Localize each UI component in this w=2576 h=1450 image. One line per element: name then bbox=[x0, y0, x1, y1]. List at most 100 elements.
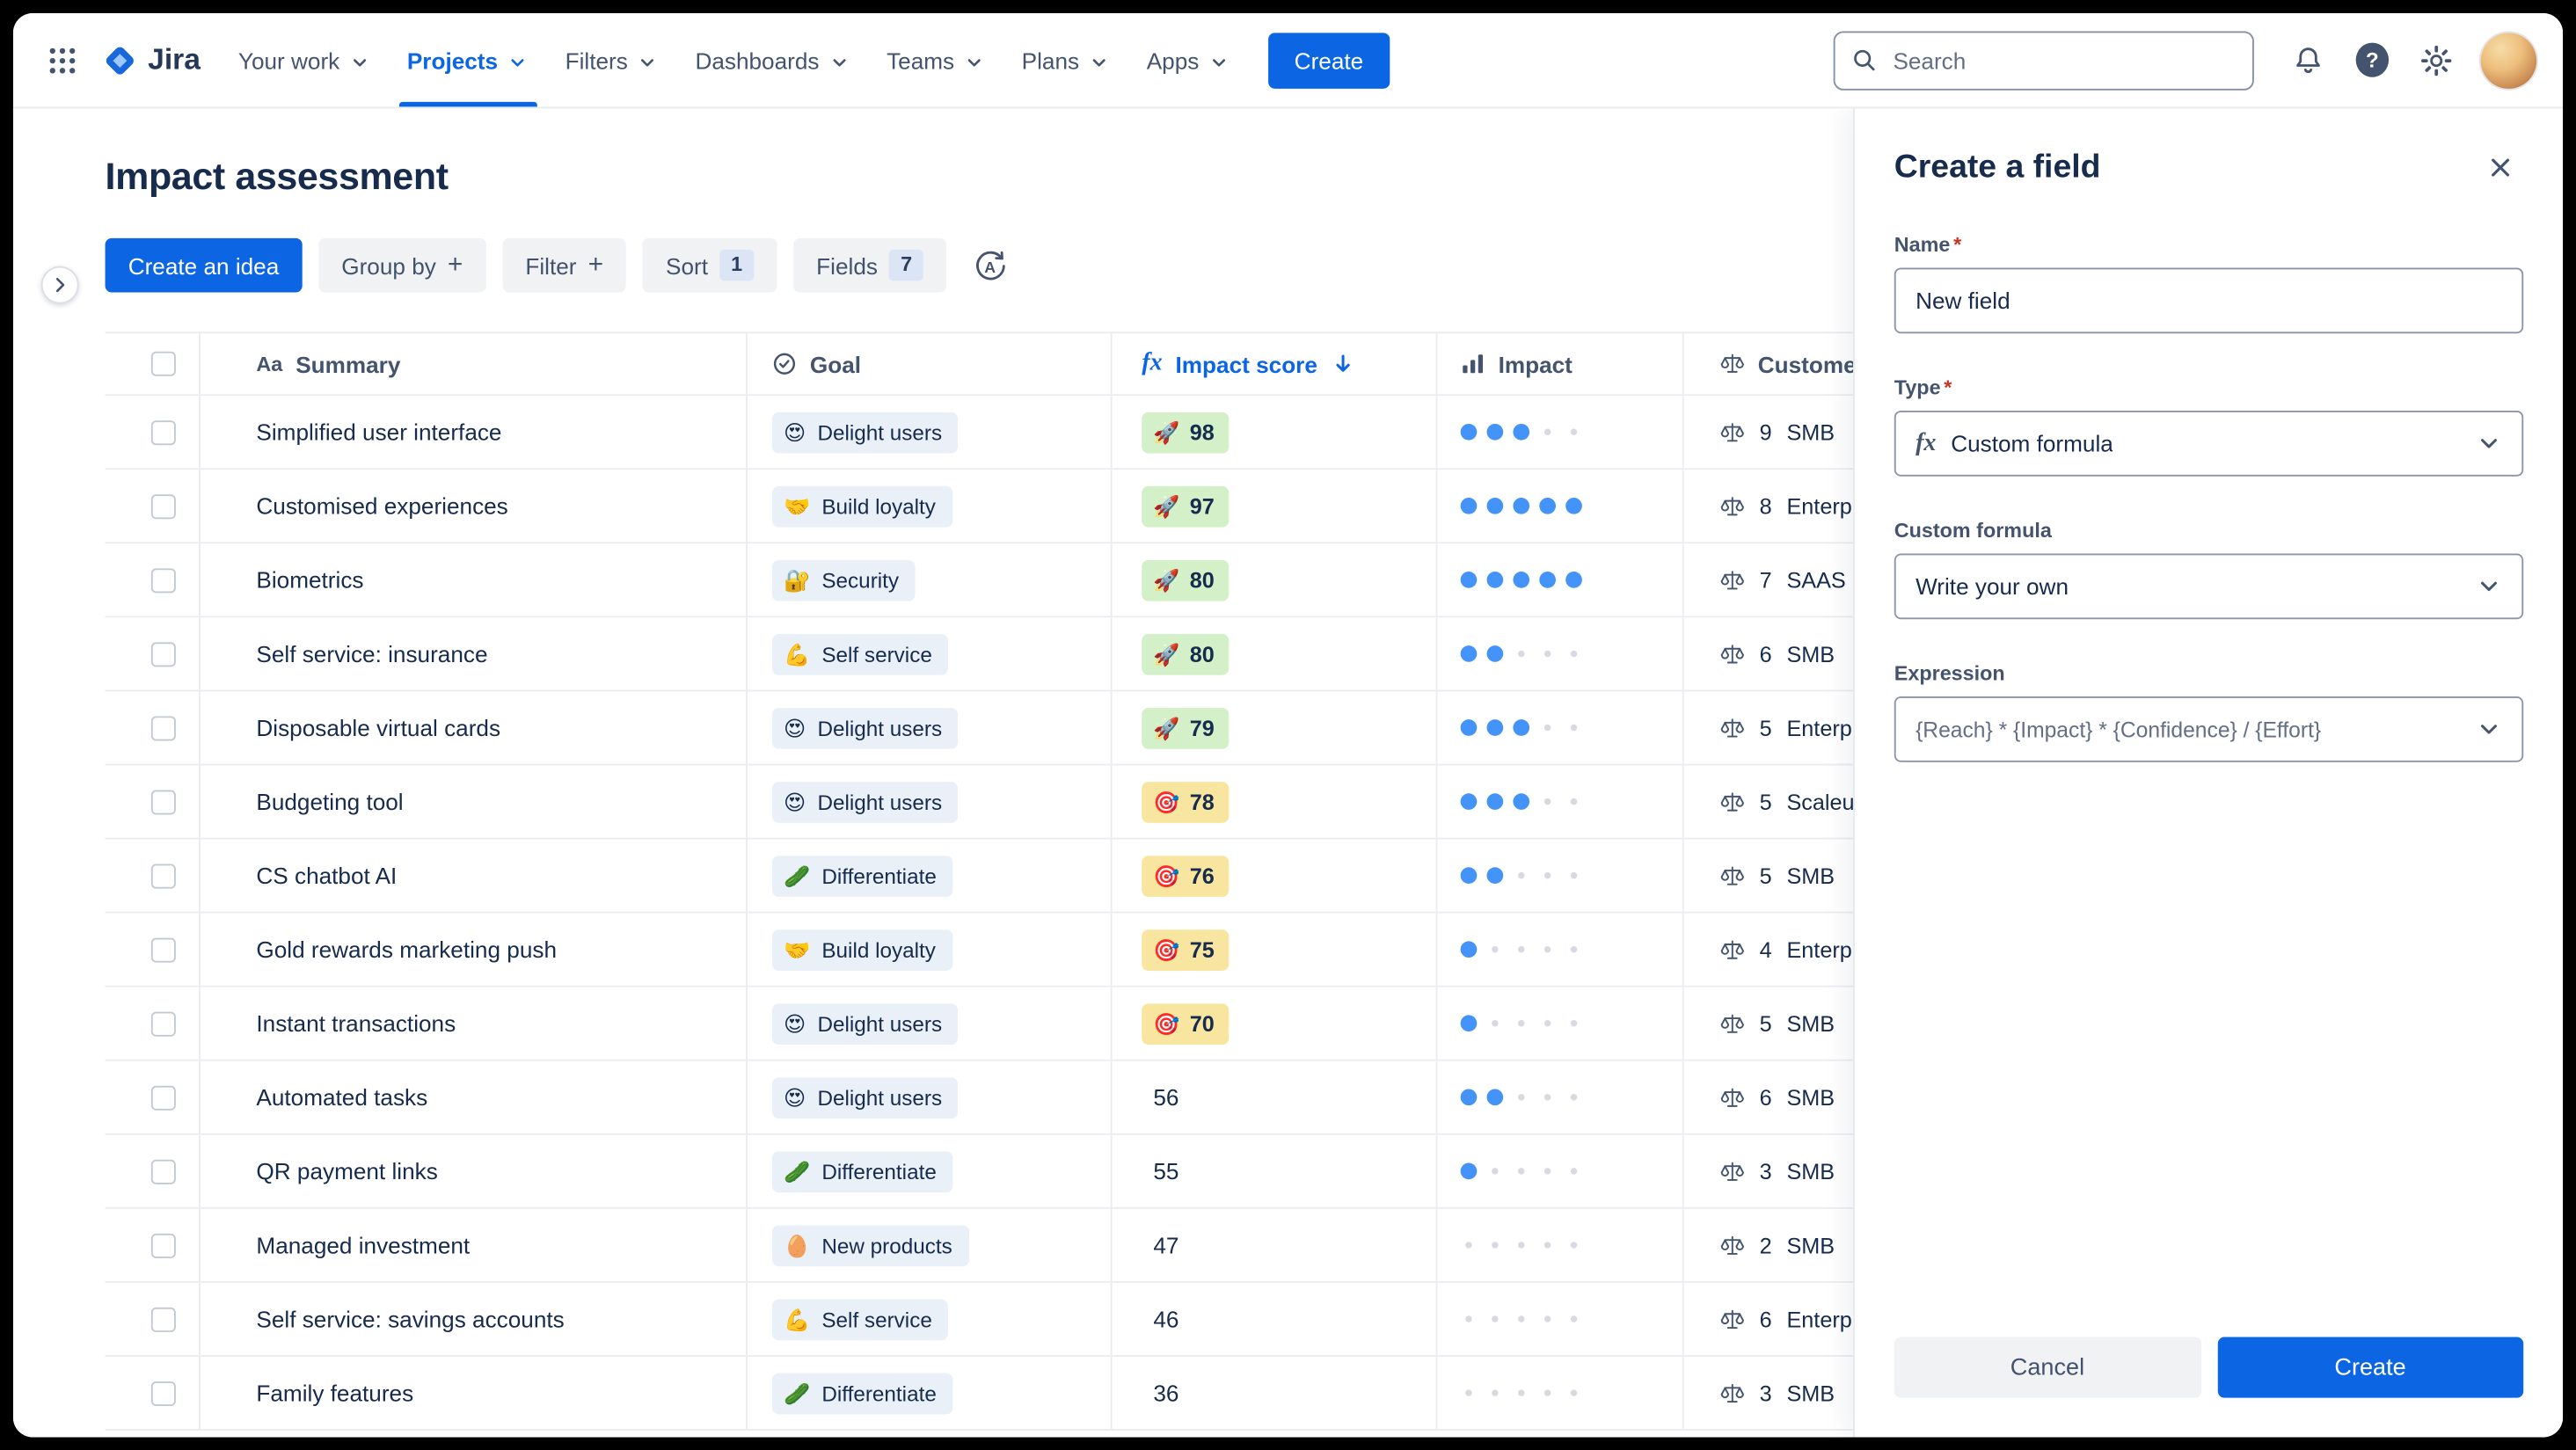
goal-cell[interactable]: 🤝 Build loyalty bbox=[748, 470, 1113, 543]
idea-summary[interactable]: Gold rewards marketing push bbox=[256, 936, 557, 963]
goal-cell[interactable]: 😍 Delight users bbox=[748, 691, 1113, 764]
jira-logo[interactable]: Jira bbox=[89, 42, 220, 78]
avatar[interactable] bbox=[2480, 32, 2537, 88]
row-checkbox[interactable] bbox=[150, 641, 176, 667]
field-type-select[interactable]: fx Custom formula bbox=[1894, 410, 2524, 477]
summary-cell[interactable]: Customised experiences bbox=[201, 470, 748, 543]
idea-summary[interactable]: Family features bbox=[256, 1380, 413, 1406]
idea-summary[interactable]: Automated tasks bbox=[256, 1084, 427, 1111]
search-input[interactable] bbox=[1889, 45, 2237, 75]
select-all-checkbox[interactable] bbox=[150, 351, 176, 376]
impact-rating[interactable] bbox=[1460, 941, 1582, 958]
impact-rating[interactable] bbox=[1460, 497, 1582, 514]
global-create-button[interactable]: Create bbox=[1267, 32, 1390, 88]
impact-rating[interactable] bbox=[1461, 1315, 1582, 1322]
summary-cell[interactable]: Disposable virtual cards bbox=[201, 691, 748, 764]
table-row[interactable]: Self service: insurance 💪 Self service 🚀… bbox=[105, 617, 2091, 692]
goal-cell[interactable]: 😍 Delight users bbox=[748, 396, 1113, 469]
row-checkbox[interactable] bbox=[150, 1010, 176, 1036]
idea-summary[interactable]: Instant transactions bbox=[256, 1010, 456, 1037]
impact-cell[interactable] bbox=[1437, 691, 1684, 764]
cancel-button[interactable]: Cancel bbox=[1894, 1337, 2201, 1398]
idea-summary[interactable]: Managed investment bbox=[256, 1232, 470, 1258]
filter-button[interactable]: Filter + bbox=[502, 237, 627, 293]
impact-rating[interactable] bbox=[1461, 1242, 1582, 1249]
group-by-button[interactable]: Group by + bbox=[318, 237, 486, 293]
impact-rating[interactable] bbox=[1460, 1015, 1582, 1032]
summary-cell[interactable]: Instant transactions bbox=[201, 987, 748, 1060]
goal-pill[interactable]: 🥒 Differentiate bbox=[771, 1150, 953, 1192]
idea-summary[interactable]: Biometrics bbox=[256, 566, 363, 593]
impact-cell[interactable] bbox=[1437, 543, 1684, 616]
goal-pill[interactable]: 😍 Delight users bbox=[771, 781, 959, 822]
impact-rating[interactable] bbox=[1460, 719, 1582, 736]
impact-cell[interactable] bbox=[1437, 617, 1684, 690]
summary-cell[interactable]: Self service: savings accounts bbox=[201, 1282, 748, 1356]
nav-item-dashboards[interactable]: Dashboards bbox=[677, 13, 869, 106]
table-row[interactable]: Family features 🥒 Differentiate 36 3 SMB bbox=[105, 1356, 2091, 1432]
nav-item-apps[interactable]: Apps bbox=[1128, 13, 1248, 106]
idea-summary[interactable]: QR payment links bbox=[256, 1158, 437, 1184]
summary-cell[interactable]: Automated tasks bbox=[201, 1060, 748, 1133]
help-button[interactable]: ? bbox=[2346, 33, 2398, 86]
table-row[interactable]: Disposable virtual cards 😍 Delight users… bbox=[105, 691, 2091, 766]
nav-item-teams[interactable]: Teams bbox=[869, 13, 1004, 106]
row-checkbox[interactable] bbox=[150, 1306, 176, 1332]
goal-pill[interactable]: 🥒 Differentiate bbox=[771, 1372, 953, 1414]
nav-item-plans[interactable]: Plans bbox=[1003, 13, 1128, 106]
table-row[interactable]: Automated tasks 😍 Delight users 56 6 SMB bbox=[105, 1060, 2091, 1135]
goal-cell[interactable]: 🤝 Build loyalty bbox=[748, 913, 1113, 986]
goal-cell[interactable]: 🔐 Security bbox=[748, 543, 1113, 616]
nav-item-filters[interactable]: Filters bbox=[547, 13, 677, 106]
goal-cell[interactable]: 😍 Delight users bbox=[748, 987, 1113, 1060]
table-row[interactable]: Biometrics 🔐 Security 🚀 80 7 SAAS bbox=[105, 543, 2091, 618]
impact-rating[interactable] bbox=[1460, 793, 1582, 810]
row-checkbox[interactable] bbox=[150, 1381, 176, 1406]
impact-cell[interactable] bbox=[1437, 1134, 1684, 1207]
table-row[interactable]: Managed investment 🥚 New products 47 2 S… bbox=[105, 1208, 2091, 1283]
impact-cell[interactable] bbox=[1437, 1208, 1684, 1282]
goal-cell[interactable]: 🥒 Differentiate bbox=[748, 1356, 1113, 1430]
goal-pill[interactable]: 😍 Delight users bbox=[771, 411, 959, 453]
goal-pill[interactable]: 😍 Delight users bbox=[771, 707, 959, 748]
idea-summary[interactable]: Self service: savings accounts bbox=[256, 1306, 564, 1332]
goal-cell[interactable]: 🥒 Differentiate bbox=[748, 839, 1113, 912]
goal-pill[interactable]: 🥒 Differentiate bbox=[771, 855, 953, 896]
impact-rating[interactable] bbox=[1461, 1389, 1582, 1396]
goal-pill[interactable]: 🤝 Build loyalty bbox=[771, 929, 952, 971]
summary-cell[interactable]: Gold rewards marketing push bbox=[201, 913, 748, 986]
table-row[interactable]: CS chatbot AI 🥒 Differentiate 🎯 76 5 SMB bbox=[105, 839, 2091, 914]
row-checkbox[interactable] bbox=[150, 863, 176, 888]
settings-button[interactable] bbox=[2410, 33, 2463, 86]
impact-cell[interactable] bbox=[1437, 765, 1684, 838]
impact-rating[interactable] bbox=[1460, 572, 1582, 588]
impact-cell[interactable] bbox=[1437, 913, 1684, 986]
header-impact-score[interactable]: fx Impact score bbox=[1113, 333, 1438, 395]
goal-pill[interactable]: 😍 Delight users bbox=[771, 1076, 959, 1118]
goal-pill[interactable]: 💪 Self service bbox=[771, 1298, 949, 1340]
impact-rating[interactable] bbox=[1460, 423, 1582, 441]
goal-cell[interactable]: 😍 Delight users bbox=[748, 765, 1113, 838]
expression-select[interactable]: {Reach} * {Impact} * {Confidence} / {Eff… bbox=[1894, 696, 2524, 762]
row-checkbox[interactable] bbox=[150, 567, 176, 593]
close-panel-button[interactable] bbox=[2477, 144, 2523, 190]
row-checkbox[interactable] bbox=[150, 936, 176, 962]
impact-rating[interactable] bbox=[1460, 645, 1582, 662]
impact-cell[interactable] bbox=[1437, 987, 1684, 1060]
summary-cell[interactable]: Family features bbox=[201, 1356, 748, 1430]
impact-cell[interactable] bbox=[1437, 1356, 1684, 1430]
impact-rating[interactable] bbox=[1460, 1162, 1582, 1180]
goal-pill[interactable]: 🥚 New products bbox=[771, 1224, 969, 1266]
create-field-button[interactable]: Create bbox=[2216, 1337, 2524, 1398]
idea-summary[interactable]: CS chatbot AI bbox=[256, 863, 397, 889]
idea-summary[interactable]: Self service: insurance bbox=[256, 641, 487, 667]
summary-cell[interactable]: QR payment links bbox=[201, 1134, 748, 1207]
table-row[interactable]: Gold rewards marketing push 🤝 Build loya… bbox=[105, 913, 2091, 987]
impact-cell[interactable] bbox=[1437, 1060, 1684, 1133]
idea-summary[interactable]: Disposable virtual cards bbox=[256, 715, 500, 741]
goal-cell[interactable]: 🥒 Differentiate bbox=[748, 1134, 1113, 1207]
summary-cell[interactable]: Simplified user interface bbox=[201, 396, 748, 469]
table-row[interactable]: Budgeting tool 😍 Delight users 🎯 78 5 Sc… bbox=[105, 765, 2091, 840]
table-row[interactable]: Customised experiences 🤝 Build loyalty 🚀… bbox=[105, 470, 2091, 544]
table-row[interactable]: QR payment links 🥒 Differentiate 55 3 SM… bbox=[105, 1134, 2091, 1209]
